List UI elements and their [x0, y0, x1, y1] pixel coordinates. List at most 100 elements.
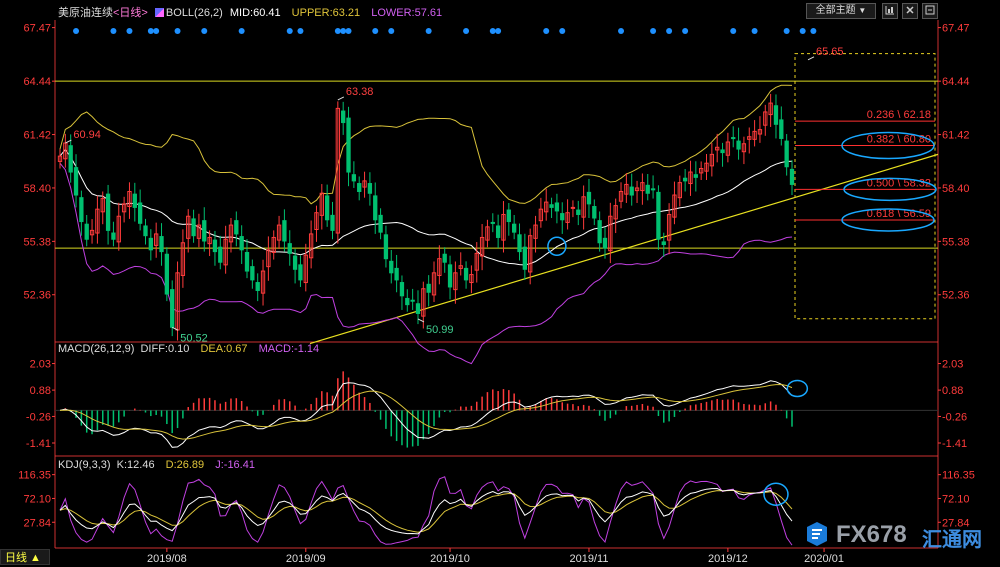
candle-body	[570, 206, 576, 209]
y-tick-left: 64.44	[23, 76, 51, 88]
candle-body	[367, 183, 373, 194]
event-dot	[618, 28, 625, 34]
boll-upper-line	[59, 84, 793, 205]
event-dot	[489, 28, 496, 34]
period-tab[interactable]: 日线 ▲	[0, 549, 50, 565]
event-dot	[799, 28, 806, 34]
y-tick-right: 55.38	[942, 236, 970, 248]
candle-body	[773, 105, 779, 125]
candle-body	[378, 214, 383, 233]
y-tick-left: 116.35	[18, 470, 51, 482]
y-tick-left: -0.26	[26, 411, 51, 423]
candle-body	[212, 239, 218, 253]
macd-dea: DEA:0.67	[200, 343, 248, 355]
price-annotation: 50.99	[426, 324, 454, 336]
macd-panel-header: MACD(26,12,9) DIFF:0.10 DEA:0.67 MACD:-1…	[58, 343, 319, 355]
y-tick-right: 52.36	[942, 290, 970, 302]
candle-body	[255, 282, 260, 291]
candle-body	[447, 264, 453, 288]
candle-body	[517, 234, 522, 253]
x-tick-label: 2019/11	[569, 553, 608, 565]
chart-type-icon	[885, 6, 894, 15]
x-tick-label: 2019/10	[430, 553, 470, 565]
candle-body	[592, 206, 597, 219]
y-tick-right: -1.41	[942, 438, 967, 450]
macd-diff: DIFF:0.10	[140, 343, 190, 355]
candle-body	[693, 174, 698, 178]
y-tick-right: 0.88	[942, 385, 963, 397]
candle-body	[191, 218, 196, 237]
period-label[interactable]: <日线>	[113, 7, 148, 19]
boll-icon	[154, 8, 164, 17]
event-dot	[495, 28, 502, 34]
macd-label: MACD(26,12,9)	[58, 343, 135, 355]
y-tick-right: 72.10	[942, 493, 970, 505]
kdj-label: KDJ(9,3,3)	[58, 459, 111, 471]
candle-body	[720, 149, 725, 154]
expand-icon	[925, 5, 935, 15]
trendline	[309, 153, 939, 345]
y-tick-left: 2.03	[30, 359, 51, 371]
boll-label: BOLL(26,2)	[165, 7, 223, 19]
y-tick-right: 64.44	[942, 76, 970, 88]
annotation-leader	[807, 56, 815, 61]
event-dot	[650, 28, 657, 34]
candle-body	[495, 225, 501, 238]
candle-body	[330, 214, 335, 231]
y-tick-right: -0.26	[942, 411, 967, 423]
candle-body	[105, 193, 111, 231]
candle-body	[292, 255, 298, 270]
instrument-name: 美原油连续	[58, 7, 113, 19]
candle-body	[148, 237, 153, 251]
close-button[interactable]	[902, 3, 918, 19]
price-annotation: 60.94	[73, 129, 101, 141]
y-tick-right: 58.40	[942, 183, 970, 195]
theme-dropdown-label: 全部主题	[815, 5, 856, 16]
candle-body	[164, 253, 170, 295]
event-dot	[201, 28, 208, 34]
y-tick-left: 58.40	[23, 183, 51, 195]
candle-body	[68, 145, 73, 173]
candle-body	[351, 174, 357, 182]
candle-body	[682, 177, 688, 182]
candle-body	[218, 246, 223, 263]
candle-body	[597, 220, 602, 244]
event-dot	[559, 28, 566, 34]
y-tick-right: 2.03	[942, 359, 963, 371]
candle-body	[490, 221, 495, 224]
candle-body	[234, 220, 239, 235]
candle-body	[415, 303, 421, 314]
x-tick-label: 2019/08	[147, 553, 187, 565]
y-tick-left: 27.84	[23, 517, 51, 529]
candle-body	[84, 223, 89, 240]
event-dot	[334, 28, 341, 34]
macd-diff-line	[59, 380, 793, 448]
kdj-j-line	[59, 476, 793, 546]
fib-level-label: 0.382 \ 60.80	[867, 134, 931, 146]
event-dot	[543, 28, 550, 34]
event-dot	[463, 28, 470, 34]
candle-body	[586, 191, 592, 205]
y-tick-right: 61.42	[942, 130, 970, 142]
theme-dropdown[interactable]: 全部主题 ▼	[806, 3, 876, 19]
event-dot	[751, 28, 758, 34]
candle-body	[202, 220, 207, 242]
candle-body	[661, 241, 666, 246]
expand-button[interactable]	[922, 3, 938, 19]
event-dot	[73, 28, 80, 34]
kdj-j: J:-16.41	[215, 459, 255, 471]
candle-body	[73, 167, 79, 196]
event-dot	[153, 28, 160, 34]
candle-body	[560, 213, 565, 221]
candle-body	[463, 267, 469, 281]
candle-body	[650, 188, 656, 191]
event-dot	[340, 28, 347, 34]
boll-mid: MID:60.41	[229, 7, 281, 19]
x-tick-label: 2019/12	[708, 553, 748, 565]
chart-type-button[interactable]	[882, 3, 898, 19]
chevron-down-icon: ▼	[858, 6, 867, 15]
macd-value: MACD:-1.14	[258, 343, 320, 355]
candle-body	[426, 283, 431, 293]
chart-canvas[interactable]: 67.47 67.47 64.44 64.44 61.42 61.42 58.40 58.40…	[0, 0, 1000, 567]
candle-body	[522, 246, 528, 270]
